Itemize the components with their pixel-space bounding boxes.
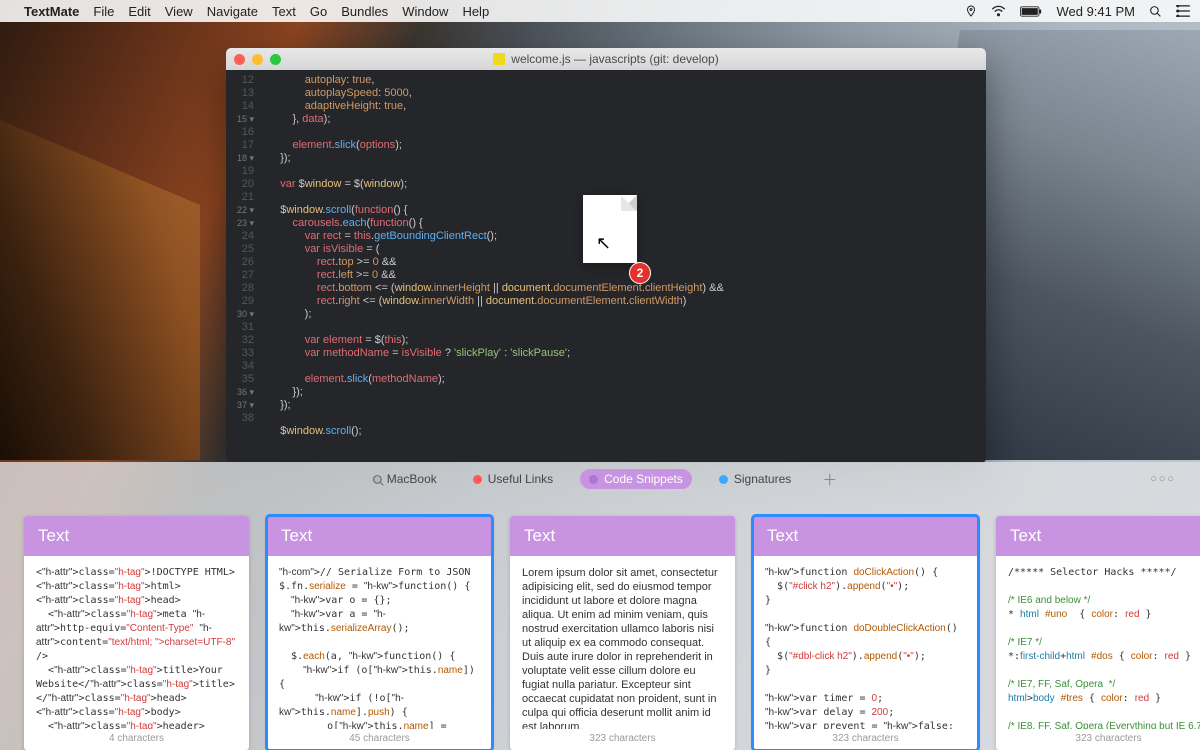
drag-count-badge: 2 (629, 262, 651, 284)
panel-toolbar: MacBook Useful Links Code Snippets Signatur… (0, 462, 1200, 496)
card-footer: 323 characters (510, 729, 735, 750)
macos-menubar: TextMate File Edit View Navigate Text Go… (0, 0, 1200, 22)
line-gutter[interactable]: 12131415 ▾161718 ▾19202122 ▾23 ▾24252627… (226, 70, 260, 463)
window-title: welcome.js — javascripts (git: develop) (511, 52, 718, 66)
location-icon[interactable] (965, 5, 977, 17)
menu-text[interactable]: Text (272, 4, 296, 19)
more-button[interactable]: ○○○ (1150, 473, 1176, 485)
tag-dot-icon (473, 475, 482, 484)
spotlight-icon[interactable] (1149, 5, 1162, 18)
snippet-card[interactable]: Text/***** Selector Hacks *****/ /* IE6 … (996, 516, 1200, 750)
card-footer: 323 characters (996, 729, 1200, 750)
cursor-icon: ↖ (596, 233, 611, 254)
window-titlebar[interactable]: welcome.js — javascripts (git: develop) (226, 48, 986, 70)
close-button[interactable] (234, 54, 245, 65)
zoom-button[interactable] (270, 54, 281, 65)
cards-row[interactable]: Text<"h-attr">class="h-tag">!DOCTYPE HTM… (0, 496, 1200, 750)
tag-label: MacBook (387, 472, 437, 486)
card-footer: 323 characters (753, 729, 978, 750)
search-icon[interactable] (372, 471, 385, 486)
card-footer: 45 characters (267, 729, 492, 750)
app-name[interactable]: TextMate (24, 4, 79, 19)
tag-dot-icon (719, 475, 728, 484)
card-body: <"h-attr">class="h-tag">!DOCTYPE HTML> <… (24, 556, 249, 729)
card-body: "h-com">// Serialize Form to JSON $.fn.s… (267, 556, 492, 729)
card-body: /***** Selector Hacks *****/ /* IE6 and … (996, 556, 1200, 729)
menu-window[interactable]: Window (402, 4, 448, 19)
tag-label: Code Snippets (604, 472, 683, 486)
card-title: Text (267, 516, 492, 556)
menubar-clock[interactable]: Wed 9:41 PM (1056, 4, 1135, 19)
card-body: Lorem ipsum dolor sit amet, consectetur … (510, 556, 735, 729)
menu-go[interactable]: Go (310, 4, 327, 19)
menu-navigate[interactable]: Navigate (207, 4, 258, 19)
menu-file[interactable]: File (93, 4, 114, 19)
battery-icon[interactable] (1020, 6, 1042, 17)
menu-bundles[interactable]: Bundles (341, 4, 388, 19)
file-js-icon (493, 53, 505, 65)
card-title: Text (24, 516, 249, 556)
tag-label: Useful Links (488, 472, 553, 486)
snippet-card[interactable]: Text"h-com">// Serialize Form to JSON $.… (267, 516, 492, 750)
tag-useful-links[interactable]: Useful Links (464, 469, 562, 489)
card-body: "h-kw">function doClickAction() { $("#cl… (753, 556, 978, 729)
menu-view[interactable]: View (165, 4, 193, 19)
tag-label: Signatures (734, 472, 791, 486)
notification-center-icon[interactable] (1176, 5, 1190, 17)
add-tag-button[interactable]: ＋ (822, 469, 837, 490)
drag-file-overlay: ↖ 2 (572, 195, 647, 290)
tag-signatures[interactable]: Signatures (710, 469, 800, 489)
tag-dot-icon (589, 475, 598, 484)
menu-edit[interactable]: Edit (128, 4, 150, 19)
minimize-button[interactable] (252, 54, 263, 65)
card-title: Text (510, 516, 735, 556)
card-title: Text (753, 516, 978, 556)
card-footer: 4 characters (24, 729, 249, 750)
snippet-card[interactable]: TextLorem ipsum dolor sit amet, consecte… (510, 516, 735, 750)
snippets-panel: MacBook Useful Links Code Snippets Signatur… (0, 462, 1200, 750)
snippet-card[interactable]: Text<"h-attr">class="h-tag">!DOCTYPE HTM… (24, 516, 249, 750)
menu-help[interactable]: Help (462, 4, 489, 19)
card-title: Text (996, 516, 1200, 556)
wifi-icon[interactable] (991, 5, 1006, 17)
snippet-card[interactable]: Text"h-kw">function doClickAction() { $(… (753, 516, 978, 750)
tag-code-snippets[interactable]: Code Snippets (580, 469, 692, 489)
